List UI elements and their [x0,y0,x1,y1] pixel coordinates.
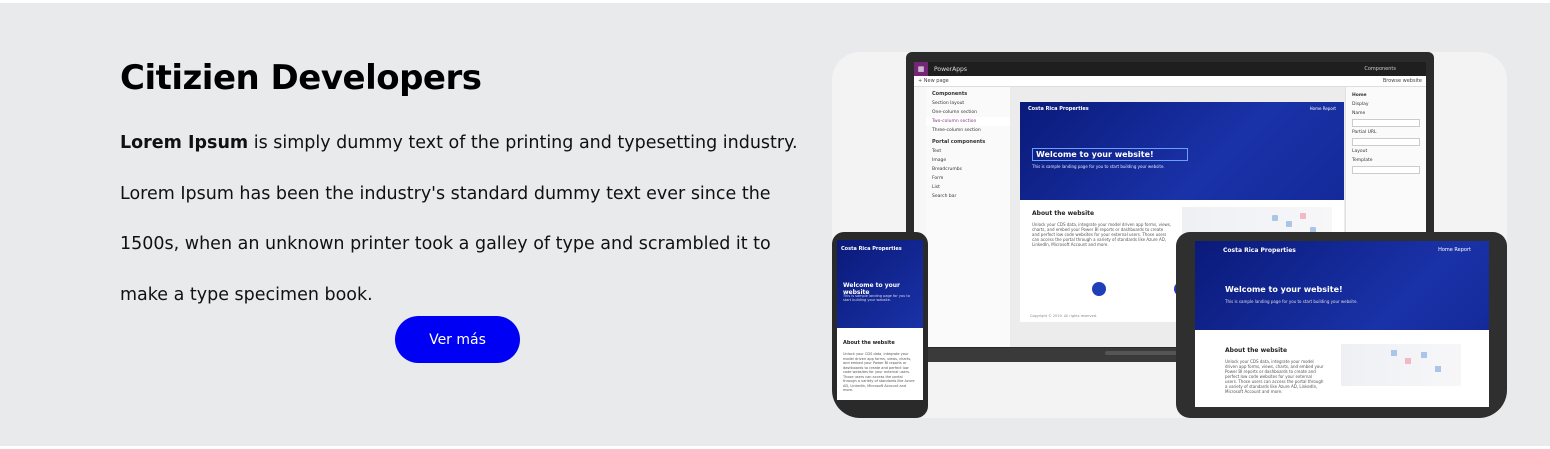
phone-mockup: Costa Rica Properties Welcome to your we… [832,232,928,418]
lead-bold-text: Lorem Ipsum [120,133,249,153]
phone-site-name: Costa Rica Properties [841,246,902,252]
properties-title: Home [1352,93,1367,98]
about-title: About the website [1032,210,1095,217]
section-title: Citizien Developers [120,58,482,98]
panel-item: Form [932,176,944,181]
site-nav: Home Report [1309,106,1336,111]
template-field-preview [1352,166,1420,174]
properties-label: Template [1352,158,1373,163]
tablet-hero-title: Welcome to your website! [1225,285,1343,294]
environment-label: Components [1364,66,1396,72]
phone-about-title: About the website [843,340,895,346]
panel-item: List [932,185,940,190]
components-panel: Components Section layout One-column sec… [926,87,1011,347]
panel-item: Three-column section [932,128,981,133]
tablet-site-name: Costa Rica Properties [1223,247,1296,254]
properties-heading: Layout [1352,149,1368,154]
panel-item: One-column section [932,110,977,115]
panel-item: Breadcrumbs [932,167,962,172]
properties-label: Name [1352,111,1366,116]
phone-screen: Costa Rica Properties Welcome to your we… [837,240,923,400]
tablet-about-text: Unlock your CDS data, integrate your mod… [1225,359,1324,394]
browse-website-label: Browse website [1382,78,1422,84]
tablet-about-title: About the website [1225,347,1288,354]
tablet-mockup: Costa Rica Properties Home Report Welcom… [1176,232,1507,418]
tablet-hero: Costa Rica Properties Home Report Welcom… [1195,241,1489,330]
description-text: is simply dummy text of the printing and… [120,133,798,305]
hero-subtitle: This is sample landing page for you to s… [1032,164,1165,169]
studio-toolbar: + New page Browse website [914,76,1426,87]
about-text: Unlock your CDS data, integrate your mod… [1032,222,1172,247]
section-description: Lorem Ipsum is simply dummy text of the … [120,118,810,320]
new-page-label: + New page [918,78,949,84]
properties-heading: Display [1352,102,1369,107]
tablet-hero-subtitle: This is sample landing page for you to s… [1225,299,1358,304]
phone-hero-subtitle: This is sample landing page for you to s… [843,294,910,302]
panel-item: Text [932,149,942,154]
tablet-about-photo [1341,344,1461,386]
panel-item: Image [932,158,947,163]
url-field-preview [1352,138,1420,146]
panel-heading: Section layout [932,101,965,106]
app-launcher-icon: ▦ [914,62,928,76]
profile-icon [1092,282,1106,296]
tablet-screen: Costa Rica Properties Home Report Welcom… [1195,241,1489,407]
panel-item: Search bar [932,194,957,199]
hero-title: Welcome to your website! [1032,148,1188,161]
panel-heading: Portal components [932,139,986,145]
devices-mockup-image: ▦ PowerApps Components + New page Browse… [832,52,1507,418]
name-field-preview [1352,119,1420,127]
panel-item-selected: Two-column section [926,117,1010,126]
hero-banner: Costa Rica Properties Home Report Welcom… [1020,102,1344,200]
copyright-text: Copyright © 2019. All rights reserved. [1030,314,1098,318]
panel-title: Components [932,91,968,97]
phone-hero: Costa Rica Properties Welcome to your we… [837,240,923,328]
properties-label: Partial URL [1352,130,1377,135]
powerapps-topbar: ▦ PowerApps Components [914,62,1426,76]
app-name: PowerApps [934,65,967,73]
site-name: Costa Rica Properties [1028,106,1089,112]
tablet-nav: Home Report [1438,247,1471,253]
phone-about-text: Unlock your CDS data, integrate your mod… [843,352,915,392]
ver-mas-button[interactable]: Ver más [395,316,520,363]
